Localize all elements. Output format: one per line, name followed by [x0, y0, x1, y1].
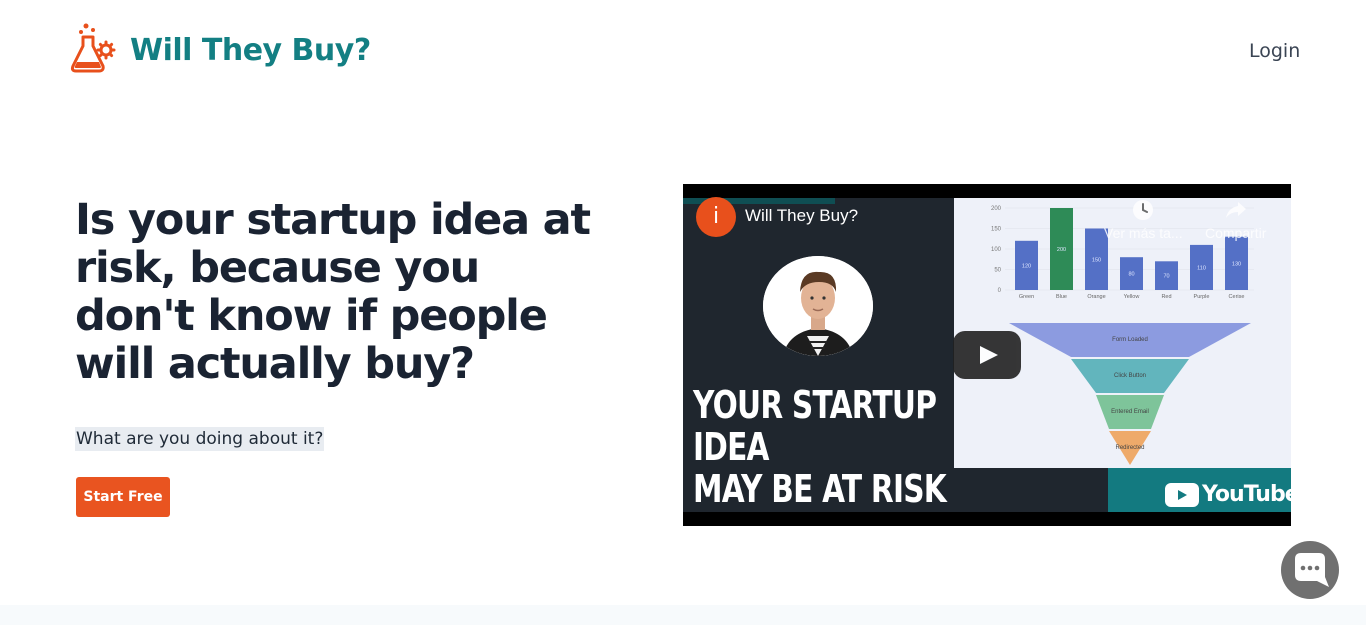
- chart-category-label: Yellow: [1124, 294, 1140, 300]
- page: Will They Buy? Login Is your startup ide…: [0, 0, 1366, 625]
- funnel-stage-label: Click Button: [1114, 373, 1146, 379]
- play-icon: [953, 346, 1021, 383]
- funnel-stage-label: Form Loaded: [1112, 337, 1148, 343]
- chart-bar-value: 80: [1128, 272, 1134, 278]
- login-link[interactable]: Login: [1249, 40, 1300, 62]
- funnel-stage-label: Entered Email: [1111, 409, 1149, 415]
- chart-category-label: Green: [1019, 294, 1034, 300]
- watch-later-label: Ver más ta...: [1104, 225, 1183, 241]
- start-free-button[interactable]: Start Free: [76, 477, 170, 517]
- share-icon: [1224, 198, 1248, 225]
- watch-later-button[interactable]: Ver más ta...: [1104, 198, 1183, 241]
- chart-bar-value: 130: [1232, 261, 1241, 267]
- share-button[interactable]: Compartir: [1205, 198, 1266, 241]
- chart-bar-value: 120: [1022, 263, 1031, 269]
- chat-icon: [1281, 553, 1339, 603]
- play-button[interactable]: [953, 331, 1021, 379]
- video-headline-line: YOUR STARTUP: [693, 383, 937, 427]
- youtube-logo[interactable]: YouTube: [1165, 482, 1291, 507]
- logo-link[interactable]: Will They Buy?: [66, 22, 371, 79]
- chat-widget-button[interactable]: [1281, 541, 1339, 599]
- youtube-wordmark: YouTube: [1202, 482, 1291, 507]
- video-player[interactable]: 200 150 100 50 0 120 Green 200 Blue 150 Orange 80 Ye…: [683, 184, 1291, 526]
- presenter-avatar: [763, 256, 873, 356]
- chart-category-label: Blue: [1056, 294, 1067, 300]
- channel-avatar[interactable]: i: [696, 197, 736, 237]
- chart-y-tick: 50: [994, 268, 1001, 274]
- flask-gear-icon: [66, 22, 116, 79]
- video-headline-line: IDEA: [693, 425, 769, 469]
- chart-category-label: Cerise: [1229, 294, 1245, 300]
- chart-category-label: Orange: [1087, 294, 1105, 300]
- chart-category-label: Purple: [1194, 294, 1210, 300]
- chart-y-tick: 0: [998, 288, 1002, 294]
- funnel-stage-label: Redirected: [1115, 445, 1144, 451]
- video-headline-line: MAY BE AT RISK: [693, 467, 947, 511]
- brand-name: Will They Buy?: [130, 33, 371, 68]
- chart-bar-value: 200: [1057, 247, 1066, 253]
- video-title[interactable]: Will They Buy?: [745, 206, 858, 226]
- next-section-band: [0, 605, 1366, 625]
- chart-bar-value: 150: [1092, 257, 1101, 263]
- share-label: Compartir: [1205, 225, 1267, 241]
- chart-category-label: Red: [1161, 294, 1171, 300]
- chart-y-tick: 200: [991, 206, 1002, 212]
- chart-y-tick: 100: [991, 247, 1002, 253]
- hero-title: Is your startup idea at risk, because yo…: [75, 195, 591, 389]
- clock-icon: [1131, 198, 1155, 225]
- chart-bar-value: 110: [1197, 265, 1206, 271]
- chart-y-tick: 150: [991, 227, 1002, 233]
- youtube-icon: [1165, 482, 1199, 507]
- hero-subtitle: What are you doing about it?: [75, 427, 325, 451]
- chart-bar-value: 70: [1163, 274, 1169, 280]
- video-headline: YOUR STARTUP IDEA MAY BE AT RISK: [693, 383, 947, 511]
